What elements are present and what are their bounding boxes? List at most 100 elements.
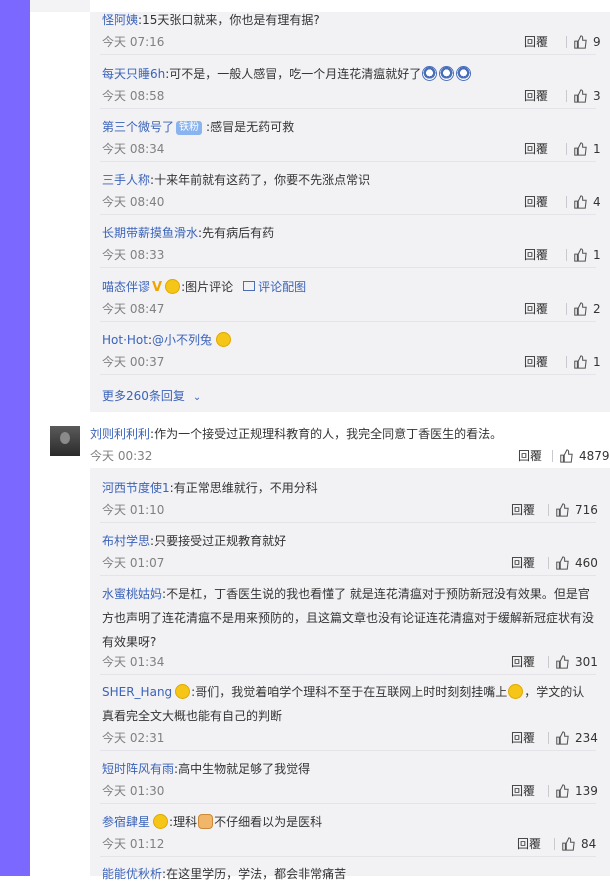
like-button[interactable]: 234: [548, 730, 598, 746]
thumbs-up-icon: [574, 355, 587, 369]
vip-v-icon: V: [152, 280, 163, 295]
blue-face-icon: [456, 66, 472, 81]
reply-text: 只要接受过正规教育就好: [154, 534, 287, 548]
reply-button[interactable]: 回覆: [511, 654, 535, 670]
like-button[interactable]: 139: [548, 783, 598, 799]
like-button[interactable]: 1: [566, 354, 601, 370]
reply-author[interactable]: 长期带薪摸鱼滑水: [102, 226, 198, 240]
thumbs-up-icon: [556, 655, 569, 669]
reply-author[interactable]: 参宿肆星: [102, 815, 150, 829]
blue-face-icon: [439, 66, 455, 81]
reply-author[interactable]: 水蜜桃姑妈: [102, 587, 162, 601]
thumbs-up-icon: [574, 248, 587, 262]
divider: [566, 356, 567, 368]
reply-author[interactable]: 短时阵风有雨: [102, 762, 174, 776]
like-button[interactable]: 9: [566, 34, 601, 50]
like-button[interactable]: 4879: [552, 448, 610, 464]
comment-time: 今天 00:32: [90, 449, 153, 463]
reply-button[interactable]: 回覆: [524, 88, 548, 104]
thumbs-up-icon: [574, 142, 587, 156]
more-replies-label: 更多260条回复: [102, 389, 185, 403]
reply-body: SHER_Hang:哥们，我觉着咱学个理科不至于在互联网上时时刻刻挂嘴上 ，学文的…: [102, 680, 600, 728]
image-icon: [243, 281, 256, 291]
reply-time: 今天 08:40: [102, 195, 165, 209]
like-button[interactable]: 84: [554, 836, 596, 852]
comment-text: 作为一个接受过正规理科教育的人，我完全同意丁香医生的看法。: [154, 427, 503, 441]
reply-author[interactable]: 每天只睡6h: [102, 67, 165, 81]
reply-author[interactable]: 河西节度使1: [102, 481, 170, 495]
smiley-icon: [153, 814, 169, 829]
thumbs-up-icon: [556, 731, 569, 745]
comment-author[interactable]: 刘则利利利: [90, 427, 150, 441]
thumbs-up-icon: [574, 89, 587, 103]
like-button[interactable]: 716: [548, 502, 598, 518]
reply-author[interactable]: 能能优秋析: [102, 867, 162, 881]
reply-button[interactable]: 回覆: [524, 194, 548, 210]
reply-button[interactable]: 回覆: [524, 34, 548, 50]
like-count: 1: [593, 248, 601, 262]
like-count: 460: [575, 556, 598, 570]
like-count: 301: [575, 655, 598, 669]
reply-button[interactable]: 回覆: [517, 836, 541, 852]
like-button[interactable]: 4: [566, 194, 601, 210]
reply-text: 不仔细看以为是医科: [214, 815, 323, 829]
thinking-face-icon: [508, 684, 524, 699]
reply-button[interactable]: 回覆: [518, 448, 542, 464]
mention-link[interactable]: @小不列兔: [152, 333, 212, 347]
reply-author[interactable]: 喵态伴谬: [102, 280, 150, 294]
like-button[interactable]: 460: [548, 555, 598, 571]
reply-time: 今天 08:58: [102, 89, 165, 103]
thumbs-up-icon: [574, 35, 587, 49]
reply-button[interactable]: 回覆: [524, 301, 548, 317]
like-button[interactable]: 2: [566, 301, 601, 317]
reply-button[interactable]: 回覆: [524, 247, 548, 263]
reply-button[interactable]: 回覆: [524, 141, 548, 157]
divider: [548, 557, 549, 569]
divider: [548, 785, 549, 797]
reply-author[interactable]: SHER_Hang: [102, 685, 172, 699]
reply-button[interactable]: 回覆: [511, 730, 535, 746]
reply-text: 先有病后有药: [202, 226, 275, 240]
reply-author[interactable]: 第三个微号了: [102, 120, 174, 134]
more-replies-link[interactable]: 更多260条回复 ⌄: [102, 388, 201, 406]
reply-author[interactable]: 三手人称: [102, 173, 150, 187]
avatar[interactable]: [50, 426, 80, 456]
gutter: [30, 12, 90, 412]
like-button[interactable]: 301: [548, 654, 598, 670]
divider: [566, 196, 567, 208]
thumbs-up-icon: [560, 449, 573, 463]
reply-time: 今天 01:34: [102, 655, 165, 669]
like-button[interactable]: 1: [566, 141, 601, 157]
reply-author[interactable]: 布村学思: [102, 534, 150, 548]
reply-text-line: 不是杠，丁香医生说的我也看懂了 就是连花清瘟对于预防新冠没有效果。但是官: [166, 587, 590, 601]
thumbs-up-icon: [556, 556, 569, 570]
reply-time: 今天 08:33: [102, 248, 165, 262]
like-count: 4: [593, 195, 601, 209]
reply-item: SHER_Hang:哥们，我觉着咱学个理科不至于在互联网上时时刻刻挂嘴上 ，学文的…: [100, 680, 610, 752]
image-comment-link[interactable]: 评论配图: [258, 280, 306, 294]
thumbs-up-icon: [556, 503, 569, 517]
like-count: 1: [593, 355, 601, 369]
reply-text-line: ，学文的认: [524, 685, 585, 699]
divider: [566, 143, 567, 155]
reply-time: 今天 07:16: [102, 35, 165, 49]
like-count: 234: [575, 731, 598, 745]
reply-author[interactable]: Hot·Hot: [102, 333, 148, 347]
chevron-down-icon: ⌄: [192, 392, 202, 403]
like-count: 716: [575, 503, 598, 517]
smiley-icon: [216, 332, 232, 347]
like-count: 84: [581, 837, 597, 851]
divider: [566, 36, 567, 48]
reply-button[interactable]: 回覆: [511, 783, 535, 799]
cat-icon: [198, 814, 214, 829]
reply-button[interactable]: 回覆: [511, 502, 535, 518]
blue-face-icon: [422, 66, 438, 81]
like-count: 3: [593, 89, 601, 103]
reply-button[interactable]: 回覆: [524, 354, 548, 370]
like-button[interactable]: 1: [566, 247, 601, 263]
like-button[interactable]: 3: [566, 88, 601, 104]
reply-button[interactable]: 回覆: [511, 555, 535, 571]
reply-text-line: 真看完全文大概也能有自己的判断: [102, 709, 283, 723]
reply-text: 可不是，一般人感冒，吃一个月连花清瘟就好了: [169, 67, 422, 81]
reply-author[interactable]: 怪阿姨: [102, 13, 138, 27]
